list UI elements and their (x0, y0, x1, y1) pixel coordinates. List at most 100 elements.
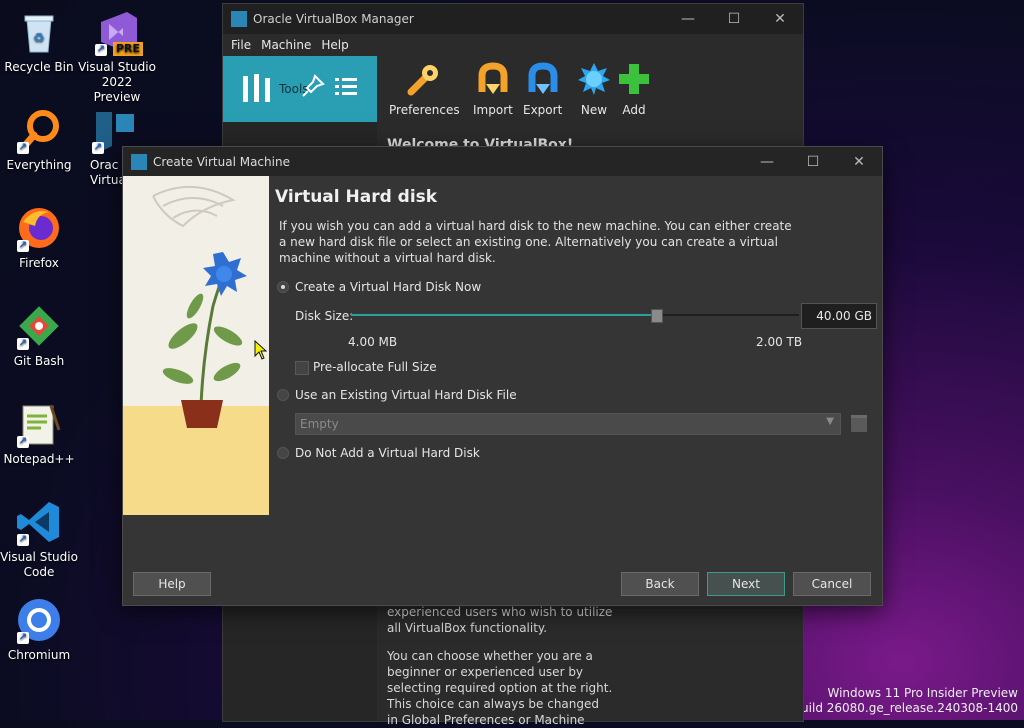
new-star-icon (578, 63, 610, 95)
desktop-icon-git-bash[interactable]: ↗ Git Bash (0, 302, 78, 369)
vscode-icon: ↗ (15, 498, 63, 546)
use-existing-disk-label[interactable]: Use an Existing Virtual Hard Disk File (295, 388, 517, 402)
close-button[interactable]: ✕ (757, 4, 803, 34)
create-vm-dialog: Create Virtual Machine — ☐ ✕ Virtual Har… (122, 146, 883, 606)
existing-disk-combobox[interactable]: Empty ▼ (295, 413, 841, 435)
notepadpp-icon: ↗ (15, 400, 63, 448)
preferences-button[interactable]: Preferences (389, 62, 460, 117)
slider-fill (351, 314, 656, 316)
desktop-icon-label: Git Bash (13, 354, 65, 368)
manager-title: Oracle VirtualBox Manager (253, 12, 414, 26)
next-button[interactable]: Next (707, 572, 785, 596)
add-plus-icon (619, 64, 649, 94)
add-button[interactable]: Add (617, 62, 651, 117)
disk-size-value: 40.00 GB (816, 309, 872, 323)
export-label: Export (523, 103, 563, 117)
import-button[interactable]: Import (473, 62, 513, 117)
desktop-icon-label: Visual Studio Code (0, 550, 78, 579)
firefox-icon: ↗ (15, 204, 63, 252)
dialog-minimize-button[interactable]: — (744, 147, 790, 177)
desktop-icon-everything[interactable]: ↗ Everything (0, 106, 78, 173)
welcome-text-2: You can choose whether you are a beginne… (387, 649, 613, 727)
desktop-icon-label: Visual Studio 2022 Preview (78, 60, 156, 104)
menu-help[interactable]: Help (321, 38, 348, 52)
visual-studio-icon: PRE ↗ (93, 8, 143, 56)
slider-max-label: 2.00 TB (756, 335, 803, 349)
dialog-titlebar: Create Virtual Machine — ☐ ✕ (123, 147, 882, 176)
desktop-icon-label: Notepad++ (3, 452, 75, 466)
existing-disk-value: Empty (300, 417, 339, 431)
import-label: Import (473, 103, 513, 117)
preferences-icon (407, 65, 439, 96)
disk-size-label: Disk Size: (295, 309, 354, 323)
welcome-text-1: experienced users who wish to utilize al… (387, 605, 613, 635)
desktop-icon-label: Chromium (7, 648, 71, 662)
wizard-illustration (123, 176, 269, 515)
add-label: Add (622, 103, 646, 117)
use-existing-disk-radio[interactable] (277, 389, 289, 401)
page-description: If you wish you can add a virtual hard d… (279, 219, 792, 265)
maximize-button[interactable]: ☐ (711, 4, 757, 34)
slider-thumb[interactable] (651, 309, 663, 323)
shortcut-arrow-icon: ↗ (92, 142, 104, 154)
svg-text:♻: ♻ (33, 31, 45, 46)
minimize-button[interactable]: — (665, 4, 711, 34)
page-title: Virtual Hard disk (275, 187, 438, 207)
mouse-cursor-icon (254, 340, 268, 360)
disk-size-slider[interactable] (351, 307, 799, 323)
help-button[interactable]: Help (133, 572, 211, 596)
shortcut-arrow-icon: ↗ (17, 338, 29, 350)
no-disk-label[interactable]: Do Not Add a Virtual Hard Disk (295, 446, 480, 460)
desktop-icon-notepadpp[interactable]: ↗ Notepad++ (0, 400, 78, 467)
back-button[interactable]: Back (621, 572, 699, 596)
preallocate-checkbox[interactable] (295, 361, 309, 375)
browse-folder-icon[interactable] (851, 415, 867, 432)
pin-icon[interactable] (301, 74, 325, 98)
desktop-icon-firefox[interactable]: ↗ Firefox (0, 204, 78, 271)
preferences-label: Preferences (389, 103, 460, 117)
menu-machine[interactable]: Machine (261, 38, 311, 52)
no-disk-radio[interactable] (277, 447, 289, 459)
everything-search-icon: ↗ (15, 106, 63, 154)
export-button[interactable]: Export (523, 62, 562, 117)
shortcut-arrow-icon: ↗ (17, 436, 29, 448)
tools-panel[interactable]: Tools (223, 56, 377, 122)
desktop-icon-vscode[interactable]: ↗ Visual Studio Code (0, 498, 78, 580)
preallocate-label[interactable]: Pre-allocate Full Size (313, 360, 437, 374)
new-button[interactable]: New (577, 62, 611, 117)
dialog-maximize-button[interactable]: ☐ (790, 147, 836, 177)
pre-badge: PRE (112, 42, 143, 56)
desktop-icon-label: Firefox (19, 256, 59, 270)
desktop-icon-recycle-bin[interactable]: ♻ Recycle Bin (0, 8, 78, 75)
dialog-title: Create Virtual Machine (153, 154, 290, 169)
desktop-icon-chromium[interactable]: ↗ Chromium (0, 596, 78, 663)
virtualbox-app-icon (231, 11, 247, 27)
shortcut-arrow-icon: ↗ (17, 534, 29, 546)
new-label: New (580, 103, 608, 117)
tools-icon (243, 74, 270, 102)
shortcut-arrow-icon: ↗ (17, 240, 29, 252)
shortcut-arrow-icon: ↗ (17, 632, 29, 644)
disk-size-input[interactable]: 40.00 GB (801, 303, 877, 329)
menu-file[interactable]: File (231, 38, 251, 52)
import-icon (478, 62, 508, 94)
recycle-bin-icon: ♻ (15, 8, 63, 56)
desktop-icon-label: Recycle Bin (4, 60, 74, 74)
manager-menubar: File Machine Help (223, 34, 803, 56)
create-disk-now-radio[interactable] (277, 281, 289, 293)
list-menu-icon[interactable] (333, 74, 359, 100)
create-disk-now-label[interactable]: Create a Virtual Hard Disk Now (295, 280, 481, 294)
export-icon (528, 62, 558, 94)
slider-min-label: 4.00 MB (348, 335, 398, 349)
desktop-icon-label: Everything (6, 158, 72, 172)
cancel-button[interactable]: Cancel (793, 572, 871, 596)
desktop-icon-visual-studio[interactable]: PRE ↗ Visual Studio 2022 Preview (78, 8, 156, 105)
chevron-down-icon: ▼ (826, 416, 834, 427)
shortcut-arrow-icon: ↗ (17, 142, 29, 154)
dialog-close-button[interactable]: ✕ (836, 147, 882, 177)
git-bash-icon: ↗ (15, 302, 63, 350)
chromium-icon: ↗ (15, 596, 63, 644)
dialog-app-icon (131, 153, 147, 170)
manager-titlebar: Oracle VirtualBox Manager — ☐ ✕ (223, 4, 803, 34)
shortcut-arrow-icon: ↗ (95, 44, 107, 56)
